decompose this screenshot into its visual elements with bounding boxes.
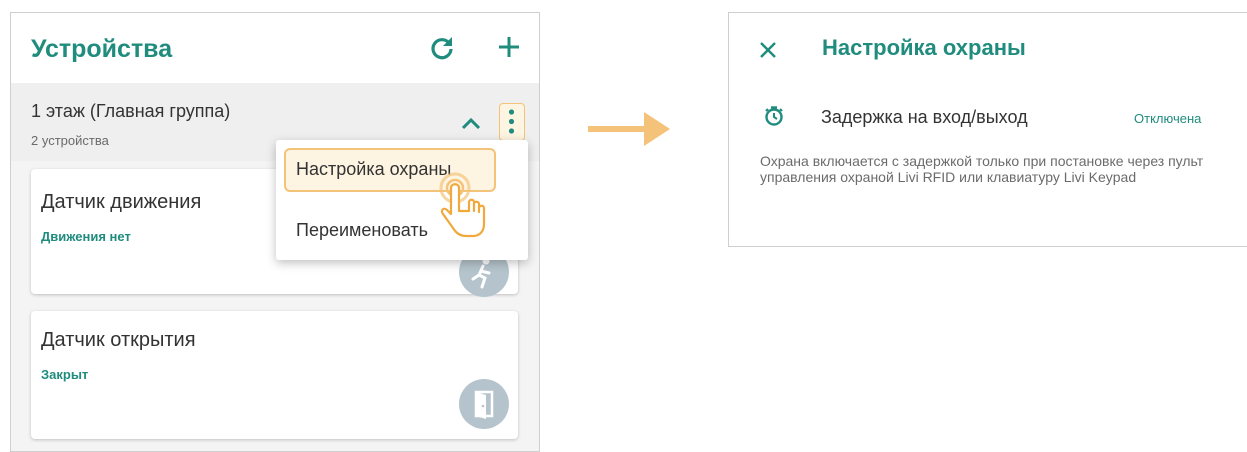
security-note: Охрана включается с задержкой только при… [760, 153, 1204, 185]
security-settings-panel: Настройка охраны Задержка на вход/выход … [728, 12, 1247, 247]
more-vertical-icon [508, 109, 515, 134]
more-button[interactable] [499, 103, 525, 141]
menu-item-rename[interactable]: Переименовать [296, 220, 428, 241]
devices-header: Устройства [11, 13, 539, 83]
device-status: Закрыт [41, 367, 89, 382]
group-title: 1 этаж (Главная группа) [31, 101, 231, 121]
menu-item-security-settings[interactable]: Настройка охраны [296, 159, 451, 180]
delay-setting-label[interactable]: Задержка на вход/выход [821, 107, 1028, 128]
device-card-door[interactable]: Датчик открытия Закрыт [31, 311, 518, 439]
timer-icon [765, 106, 783, 126]
hand-cursor-icon [439, 172, 486, 238]
delay-setting-value[interactable]: Отключена [1134, 111, 1201, 126]
page-title: Настройка охраны [822, 35, 1026, 60]
context-menu: Настройка охраны Переименовать [276, 140, 528, 260]
page-title: Устройства [31, 35, 173, 63]
arrow-right-icon [588, 112, 670, 146]
close-icon[interactable] [759, 41, 777, 59]
chevron-up-icon[interactable] [460, 116, 482, 130]
device-name: Датчик движения [41, 191, 202, 213]
group-subtitle: 2 устройства [31, 133, 109, 148]
device-name: Датчик открытия [41, 329, 196, 351]
refresh-icon[interactable] [429, 35, 455, 61]
door-icon [459, 379, 509, 429]
add-icon[interactable] [497, 35, 521, 59]
device-status: Движения нет [41, 229, 131, 244]
